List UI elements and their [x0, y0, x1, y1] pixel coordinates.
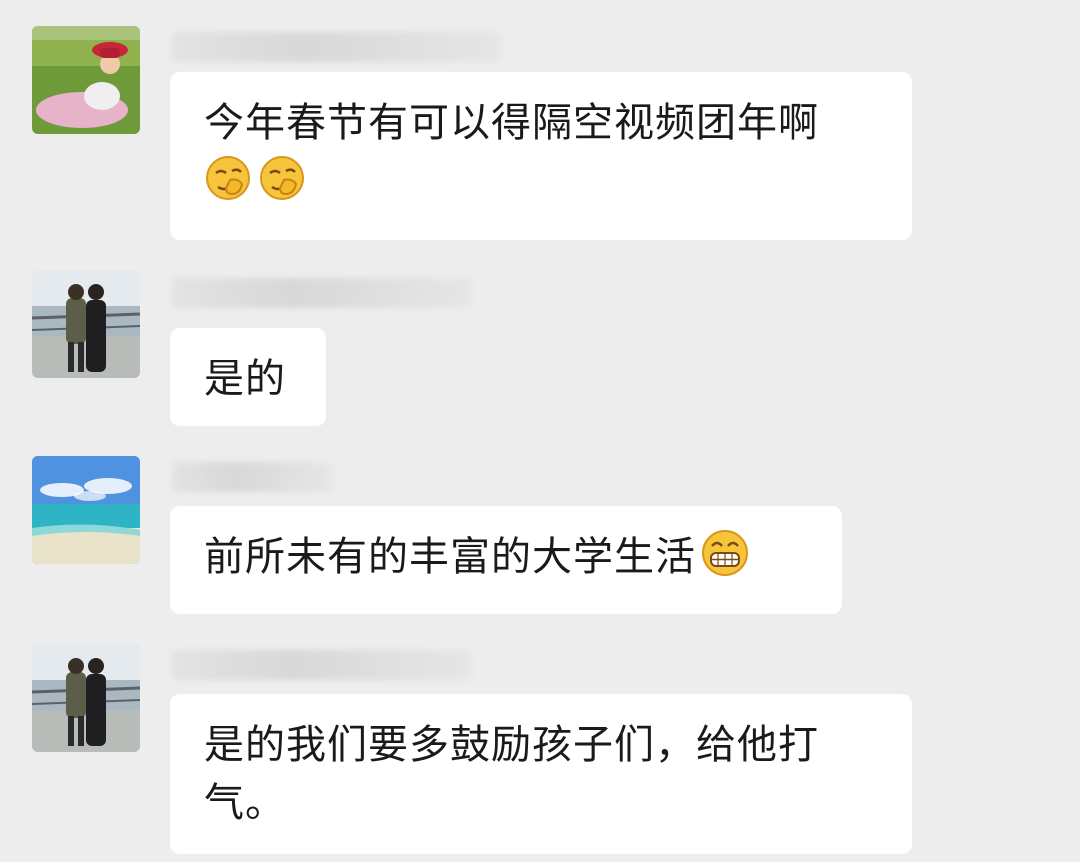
- message-bubble[interactable]: 是的: [170, 328, 326, 426]
- message-text: 是的我们要多鼓励孩子们，给他打气。: [204, 722, 819, 826]
- message-bubble[interactable]: 前所未有的丰富的大学生活: [170, 506, 842, 614]
- grinning-emoji-icon: [700, 528, 750, 578]
- sender-name-redacted: [172, 462, 332, 492]
- message-text: 前所未有的丰富的大学生活: [204, 534, 696, 580]
- message-bubble[interactable]: 今年春节有可以得隔空视频团年啊: [170, 72, 912, 240]
- sender-name-redacted: [172, 278, 472, 308]
- sender-name-redacted: [172, 650, 472, 680]
- couple-by-railing-avatar-image: [32, 270, 140, 378]
- avatar-woman-on-grass[interactable]: [32, 26, 140, 134]
- woman-on-grass-avatar-image: [32, 26, 140, 134]
- covering-mouth-emoji-icon: [258, 154, 306, 202]
- chat-message-list: 今年春节有可以得隔空视频团年啊 是的 前所未有的丰富的大学生活 是的我们要多鼓励…: [0, 0, 1080, 862]
- message-bubble[interactable]: 是的我们要多鼓励孩子们，给他打气。: [170, 694, 912, 854]
- couple-by-railing-avatar-image: [32, 644, 140, 752]
- sea-and-sky-avatar-image: [32, 456, 140, 564]
- avatar-couple-by-railing[interactable]: [32, 270, 140, 378]
- message-text: 今年春节有可以得隔空视频团年啊: [204, 100, 819, 146]
- sender-name-redacted: [172, 32, 502, 62]
- avatar-couple-by-railing[interactable]: [32, 644, 140, 752]
- avatar-sea-and-sky[interactable]: [32, 456, 140, 564]
- covering-mouth-emoji-icon: [204, 154, 252, 202]
- message-text: 是的: [204, 356, 286, 402]
